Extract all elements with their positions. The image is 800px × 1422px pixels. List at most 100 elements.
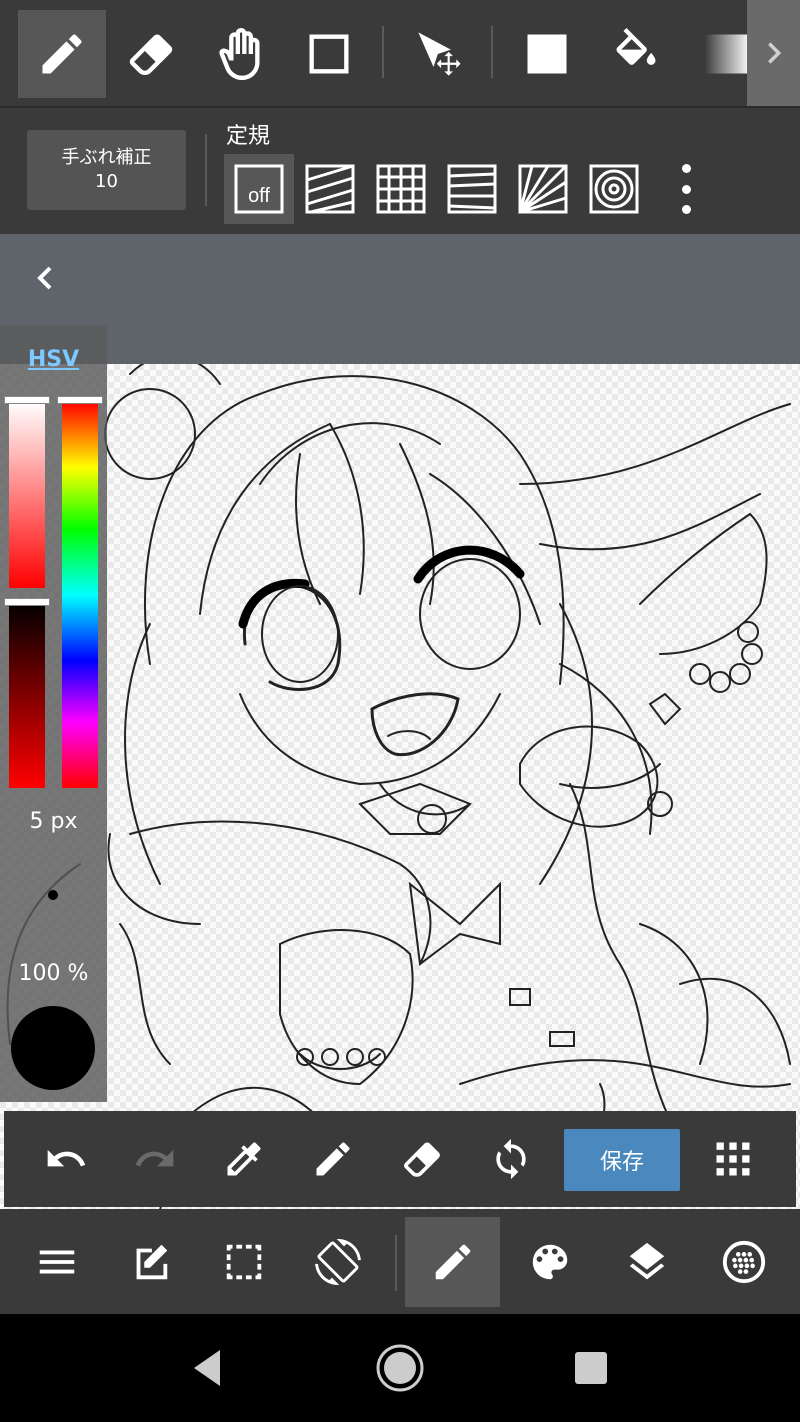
grid-icon <box>376 164 426 214</box>
ruler-off-text: off <box>248 185 270 207</box>
eyedropper-icon <box>227 1142 261 1176</box>
ruler-parallel-button[interactable] <box>295 154 365 224</box>
rectangle-tool-button[interactable] <box>285 10 373 98</box>
color-panel: HSV 5 px 100 % <box>0 325 107 1102</box>
redo-button[interactable] <box>131 1135 179 1183</box>
ruler-more-button[interactable] <box>670 164 702 214</box>
toolbar-divider <box>491 26 493 78</box>
fill-rect-tool-button[interactable] <box>503 10 591 98</box>
hue-slider[interactable] <box>62 402 98 788</box>
ruler-label: 定規 <box>226 124 271 149</box>
stabilizer-label: 手ぶれ補正 <box>61 147 152 168</box>
save-button[interactable]: 保存 <box>564 1129 680 1191</box>
saturation-slider[interactable] <box>9 402 45 588</box>
chevron-left-icon <box>37 266 52 290</box>
layers-icon <box>629 1242 664 1280</box>
edit-icon <box>136 1244 167 1280</box>
saturation-marker[interactable] <box>4 396 50 404</box>
pencil-icon <box>42 34 82 74</box>
palette-icon <box>532 1244 567 1280</box>
layers-button[interactable] <box>599 1217 694 1307</box>
concentric-circles-icon <box>589 164 639 214</box>
home-button[interactable] <box>374 1342 426 1394</box>
ruler-perspective-button[interactable] <box>437 154 507 224</box>
move-icon <box>418 32 461 76</box>
back-button[interactable] <box>182 1342 234 1394</box>
undo-button[interactable] <box>42 1135 90 1183</box>
bucket-tool-button[interactable] <box>592 10 680 98</box>
opacity-label[interactable]: 100 % <box>0 961 107 986</box>
brightness-marker[interactable] <box>4 598 50 606</box>
hsv-mode-toggle[interactable]: HSV <box>0 347 107 372</box>
edit-button[interactable] <box>102 1217 197 1307</box>
stabilizer-value: 10 <box>95 171 118 192</box>
brightness-slider[interactable] <box>9 602 45 788</box>
gradient-icon <box>704 34 750 74</box>
dots-grid-icon <box>716 1142 750 1176</box>
toolbar-divider <box>382 26 384 78</box>
brush-icon <box>435 1244 470 1280</box>
selection-icon <box>226 1244 261 1280</box>
ruler-divider <box>205 134 207 206</box>
menu-icon <box>39 1250 74 1274</box>
hand-tool-button[interactable] <box>196 10 284 98</box>
selection-button[interactable] <box>196 1217 291 1307</box>
perspective-lines-icon <box>447 164 497 214</box>
system-navigation-bar <box>0 1314 800 1422</box>
brush-size-label[interactable]: 5 px <box>0 809 107 834</box>
paint-bucket-icon <box>616 28 656 65</box>
color-palette-button[interactable] <box>502 1217 597 1307</box>
eyedropper-button[interactable] <box>220 1135 268 1183</box>
dot <box>681 205 691 214</box>
redo-icon <box>135 1149 174 1167</box>
move-tool-button[interactable] <box>396 10 484 98</box>
ruler-off-button[interactable]: off <box>224 154 294 224</box>
material-button[interactable] <box>696 1217 791 1307</box>
rotate-screen-icon <box>314 1239 361 1285</box>
quick-menu-button[interactable] <box>709 1135 757 1183</box>
chevron-right-icon <box>767 42 781 64</box>
current-color-swatch[interactable] <box>11 1006 95 1090</box>
square-outline-icon <box>309 34 349 74</box>
nav-divider <box>395 1235 397 1291</box>
undo-icon <box>47 1149 86 1167</box>
recents-button[interactable] <box>565 1342 617 1394</box>
back-triangle-icon <box>194 1350 220 1386</box>
recents-square-icon <box>575 1352 607 1384</box>
ruler-bar: 手ぶれ補正 10 定規 off <box>0 108 800 234</box>
filled-square-icon <box>527 34 567 74</box>
brush-size-preview <box>48 890 58 900</box>
parallel-lines-icon <box>305 164 355 214</box>
hand-icon <box>219 28 260 80</box>
ruler-grid-button[interactable] <box>366 154 436 224</box>
dot <box>681 164 691 173</box>
more-tools-button[interactable] <box>747 0 800 106</box>
eraser-icon <box>404 1142 440 1177</box>
top-toolbar <box>0 0 800 106</box>
eraser-tool-button[interactable] <box>107 10 195 98</box>
line-art-illustration <box>6 364 791 1210</box>
material-icon <box>722 1240 765 1284</box>
pen-quick-button[interactable] <box>309 1135 357 1183</box>
action-bar: 保存 <box>4 1111 796 1207</box>
refresh-icon <box>496 1138 526 1180</box>
home-circle-icon <box>376 1344 424 1392</box>
collapse-toolbar-button[interactable] <box>24 258 64 298</box>
ruler-off-icon: off <box>234 164 284 214</box>
hue-marker[interactable] <box>57 396 103 404</box>
bottom-navigation <box>0 1209 800 1314</box>
dot <box>681 184 691 194</box>
rotate-screen-button[interactable] <box>290 1217 385 1307</box>
main-menu-button[interactable] <box>9 1217 104 1307</box>
swap-button[interactable] <box>487 1135 535 1183</box>
eraser-quick-button[interactable] <box>398 1135 446 1183</box>
pencil-icon <box>316 1142 350 1176</box>
stabilizer-button[interactable]: 手ぶれ補正 10 <box>27 130 186 210</box>
drawing-canvas[interactable] <box>0 364 800 1210</box>
ruler-radial-button[interactable] <box>508 154 578 224</box>
brush-button[interactable] <box>405 1217 500 1307</box>
radial-lines-icon <box>518 164 568 214</box>
ruler-concentric-button[interactable] <box>579 154 649 224</box>
pen-tool-button[interactable] <box>18 10 106 98</box>
eraser-icon <box>129 34 173 76</box>
